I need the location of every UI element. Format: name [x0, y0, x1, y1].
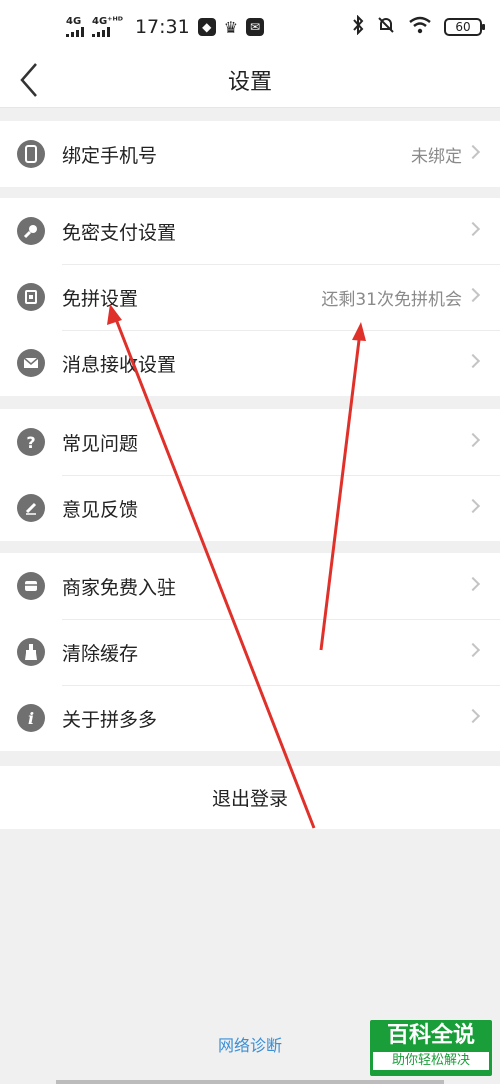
- status-bar: 4G 4G⁺ᴴᴰ 17:31 ◆ ♛ ✉ 60: [0, 0, 500, 54]
- settings-group-misc: 商家免费入驻 清除缓存 i 关于拼多多: [0, 553, 500, 751]
- setting-label: 免密支付设置: [62, 221, 177, 244]
- setting-label: 清除缓存: [62, 642, 139, 665]
- chevron-right-icon: [465, 498, 481, 514]
- broom-icon: [17, 638, 45, 666]
- card-icon: [17, 283, 45, 311]
- network-diagnose-label: 网络诊断: [217, 1036, 282, 1055]
- setting-label: 意见反馈: [62, 498, 139, 521]
- key-icon: [17, 217, 45, 245]
- chevron-right-icon: [465, 287, 481, 303]
- chevron-right-icon: [465, 576, 481, 592]
- settings-group-payment: 免密支付设置 免拼设置 还剩31次免拼机会 消息接收设置: [0, 198, 500, 396]
- setting-row-feedback[interactable]: 意见反馈: [0, 475, 500, 541]
- setting-value: 未绑定: [411, 146, 462, 167]
- chevron-right-icon: [465, 353, 481, 369]
- chevron-right-icon: [465, 221, 481, 237]
- setting-row-faq[interactable]: ? 常见问题: [0, 409, 500, 475]
- setting-label: 常见问题: [62, 432, 139, 455]
- setting-row-about[interactable]: i 关于拼多多: [0, 685, 500, 751]
- setting-row-skip-group[interactable]: 免拼设置 还剩31次免拼机会: [0, 264, 500, 330]
- setting-row-merchant-join[interactable]: 商家免费入驻: [0, 553, 500, 619]
- setting-label: 关于拼多多: [62, 708, 158, 731]
- setting-row-bind-phone[interactable]: 绑定手机号 未绑定: [0, 121, 500, 187]
- setting-row-password-free-pay[interactable]: 免密支付设置: [0, 198, 500, 264]
- watermark-logo: 百科全说 助你轻松解决: [370, 1020, 492, 1076]
- app-notification-icon: ◆: [197, 18, 216, 36]
- setting-row-clear-cache[interactable]: 清除缓存: [0, 619, 500, 685]
- clock: 17:31: [134, 16, 190, 38]
- network-type-2: 4G⁺ᴴᴰ: [92, 16, 123, 27]
- setting-value: 还剩31次免拼机会: [321, 289, 462, 310]
- settings-group-help: ? 常见问题 意见反馈: [0, 409, 500, 541]
- mail-icon: [17, 349, 45, 377]
- signal-1-icon: 4G: [66, 17, 84, 37]
- setting-label: 商家免费入驻: [62, 576, 177, 599]
- message-notification-icon: ✉: [246, 18, 265, 36]
- chevron-right-icon: [465, 708, 481, 724]
- status-left: 4G 4G⁺ᴴᴰ 17:31 ◆ ♛ ✉: [66, 16, 265, 38]
- page-title: 设置: [227, 70, 272, 95]
- bluetooth-icon: [352, 14, 364, 40]
- chevron-right-icon: [465, 432, 481, 448]
- setting-row-message-receive[interactable]: 消息接收设置: [0, 330, 500, 396]
- chevron-right-icon: [465, 144, 481, 160]
- battery-level: 60: [455, 20, 471, 34]
- setting-label: 免拼设置: [62, 287, 139, 310]
- phone-icon: [17, 140, 45, 168]
- watermark-subtitle: 助你轻松解决: [373, 1052, 489, 1070]
- signal-2-icon: 4G⁺ᴴᴰ: [92, 17, 123, 37]
- logout-button[interactable]: 退出登录: [0, 766, 500, 829]
- wifi-icon: [408, 16, 432, 39]
- battery-icon: 60: [444, 18, 485, 36]
- status-right: 60: [352, 14, 485, 40]
- setting-label: 绑定手机号: [62, 144, 158, 167]
- shop-icon: [17, 572, 45, 600]
- settings-group-account: 绑定手机号 未绑定: [0, 121, 500, 187]
- pencil-icon: [17, 494, 45, 522]
- setting-label: 消息接收设置: [62, 353, 177, 376]
- info-icon: i: [17, 704, 45, 732]
- watermark-title: 百科全说: [386, 1023, 475, 1048]
- crown-icon: ♛: [223, 17, 239, 37]
- chevron-right-icon: [465, 642, 481, 658]
- network-type-1: 4G: [66, 16, 82, 27]
- question-icon: ?: [17, 428, 45, 456]
- mute-bell-icon: [376, 15, 396, 40]
- nav-bar: 设置: [0, 54, 500, 108]
- home-indicator: [56, 1080, 444, 1084]
